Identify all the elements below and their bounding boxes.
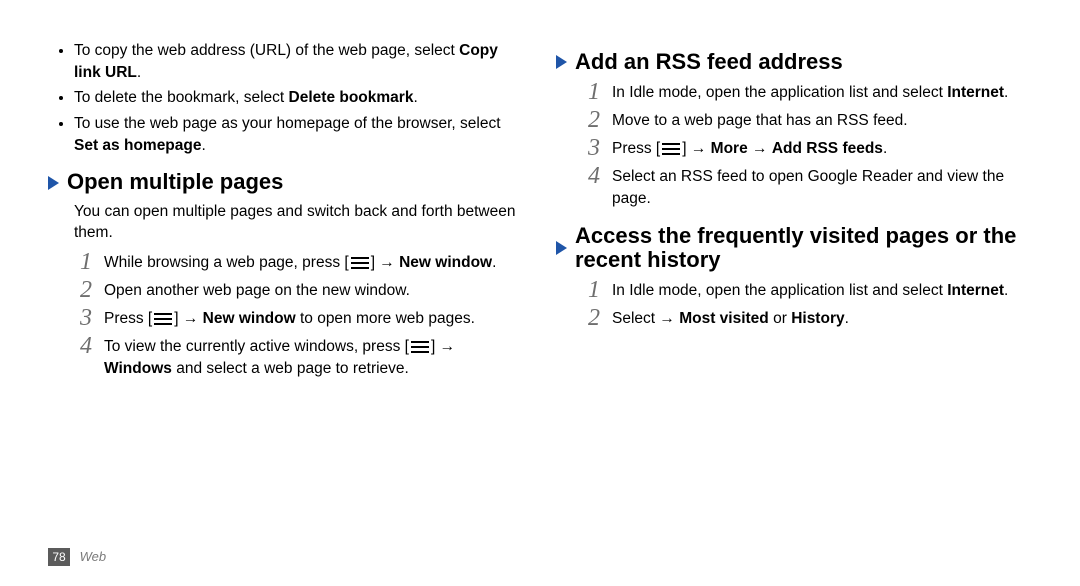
step-text: To view the currently active windows, pr… bbox=[104, 334, 524, 379]
step-text: Press [ ] → New window to open more web p… bbox=[104, 306, 524, 330]
step-text: In Idle mode, open the application list … bbox=[612, 80, 1032, 104]
text: . bbox=[492, 254, 496, 271]
heading-text: Add an RSS feed address bbox=[575, 50, 843, 74]
text: . bbox=[413, 89, 417, 106]
text: . bbox=[883, 140, 887, 157]
step-number: 2 bbox=[74, 278, 92, 302]
text-bold: New window bbox=[203, 310, 296, 327]
text-bold: Set as homepage bbox=[74, 137, 202, 154]
text: ] → bbox=[371, 254, 399, 271]
page-number: 78 bbox=[48, 548, 70, 566]
text: . bbox=[1004, 84, 1008, 101]
step: 4 Select an RSS feed to open Google Read… bbox=[556, 164, 1032, 209]
menu-icon bbox=[154, 312, 172, 326]
section-heading: Add an RSS feed address bbox=[556, 50, 1032, 74]
text-bold: Internet bbox=[947, 282, 1004, 299]
text-bold: Windows bbox=[104, 360, 172, 377]
step-number: 1 bbox=[74, 250, 92, 274]
text: ] → bbox=[174, 310, 202, 327]
step-number: 2 bbox=[582, 108, 600, 132]
menu-icon bbox=[662, 142, 680, 156]
chevron-right-icon bbox=[556, 55, 567, 69]
step-number: 3 bbox=[74, 306, 92, 330]
step-number: 4 bbox=[582, 164, 600, 188]
step: 1 In Idle mode, open the application lis… bbox=[556, 80, 1032, 104]
text-bold: Delete bookmark bbox=[289, 89, 414, 106]
text: . bbox=[137, 64, 141, 81]
left-column: To copy the web address (URL) of the web… bbox=[48, 40, 524, 566]
step-text: Move to a web page that has an RSS feed. bbox=[612, 108, 1032, 132]
step-text: Press [ ] → More → Add RSS feeds. bbox=[612, 136, 1032, 160]
step: 3 Press [ ] → New window to open more web… bbox=[48, 306, 524, 330]
tip-item: To use the web page as your homepage of … bbox=[74, 113, 524, 156]
text: In Idle mode, open the application list … bbox=[612, 282, 947, 299]
section-heading: Access the frequently visited pages or t… bbox=[556, 224, 1032, 272]
text: Press [ bbox=[104, 310, 152, 327]
text-bold: New window bbox=[399, 254, 492, 271]
text-bold: Internet bbox=[947, 84, 1004, 101]
text: While browsing a web page, press [ bbox=[104, 254, 349, 271]
text-bold: Add RSS feeds bbox=[772, 140, 883, 157]
heading-text: Access the frequently visited pages or t… bbox=[575, 224, 1032, 272]
step: 4 To view the currently active windows, … bbox=[48, 334, 524, 379]
step-text: Open another web page on the new window. bbox=[104, 278, 524, 302]
step-text: In Idle mode, open the application list … bbox=[612, 278, 1032, 302]
heading-text: Open multiple pages bbox=[67, 170, 283, 194]
text: To delete the bookmark, select bbox=[74, 89, 289, 106]
step: 1 In Idle mode, open the application lis… bbox=[556, 278, 1032, 302]
text: To copy the web address (URL) of the web… bbox=[74, 42, 459, 59]
text: Press [ bbox=[612, 140, 660, 157]
text: In Idle mode, open the application list … bbox=[612, 84, 947, 101]
step: 3 Press [ ] → More → Add RSS feeds. bbox=[556, 136, 1032, 160]
tip-list: To copy the web address (URL) of the web… bbox=[48, 40, 524, 156]
chevron-right-icon bbox=[556, 241, 567, 255]
menu-icon bbox=[351, 256, 369, 270]
step-number: 3 bbox=[582, 136, 600, 160]
step-number: 1 bbox=[582, 278, 600, 302]
footer-section-label: Web bbox=[80, 549, 107, 564]
text: . bbox=[1004, 282, 1008, 299]
text-bold: History bbox=[791, 310, 844, 327]
step-number: 4 bbox=[74, 334, 92, 358]
step-text: Select → Most visited or History. bbox=[612, 306, 1032, 330]
text: To use the web page as your homepage of … bbox=[74, 115, 501, 132]
tip-item: To delete the bookmark, select Delete bo… bbox=[74, 87, 524, 109]
step: 2 Move to a web page that has an RSS fee… bbox=[556, 108, 1032, 132]
text: ] → bbox=[431, 338, 455, 355]
text: → bbox=[748, 140, 772, 157]
text-bold: More bbox=[711, 140, 748, 157]
step-text: Select an RSS feed to open Google Reader… bbox=[612, 164, 1032, 209]
step-number: 2 bbox=[582, 306, 600, 330]
step-text: While browsing a web page, press [ ] → Ne… bbox=[104, 250, 524, 274]
chevron-right-icon bbox=[48, 176, 59, 190]
page-footer: 78 Web bbox=[48, 548, 106, 566]
step: 2 Select → Most visited or History. bbox=[556, 306, 1032, 330]
text: to open more web pages. bbox=[296, 310, 475, 327]
manual-page: To copy the web address (URL) of the web… bbox=[0, 0, 1080, 586]
step: 2 Open another web page on the new windo… bbox=[48, 278, 524, 302]
step: 1 While browsing a web page, press [ ] → … bbox=[48, 250, 524, 274]
text: . bbox=[845, 310, 849, 327]
text: To view the currently active windows, pr… bbox=[104, 338, 409, 355]
menu-icon bbox=[411, 340, 429, 354]
text: ] → bbox=[682, 140, 710, 157]
section-heading: Open multiple pages bbox=[48, 170, 524, 194]
text: or bbox=[769, 310, 791, 327]
right-column: Add an RSS feed address 1 In Idle mode, … bbox=[556, 40, 1032, 566]
text: Select → bbox=[612, 310, 679, 327]
intro-text: You can open multiple pages and switch b… bbox=[48, 201, 524, 244]
tip-item: To copy the web address (URL) of the web… bbox=[74, 40, 524, 83]
step-number: 1 bbox=[582, 80, 600, 104]
text: and select a web page to retrieve. bbox=[172, 360, 409, 377]
text-bold: Most visited bbox=[679, 310, 769, 327]
text: . bbox=[202, 137, 206, 154]
